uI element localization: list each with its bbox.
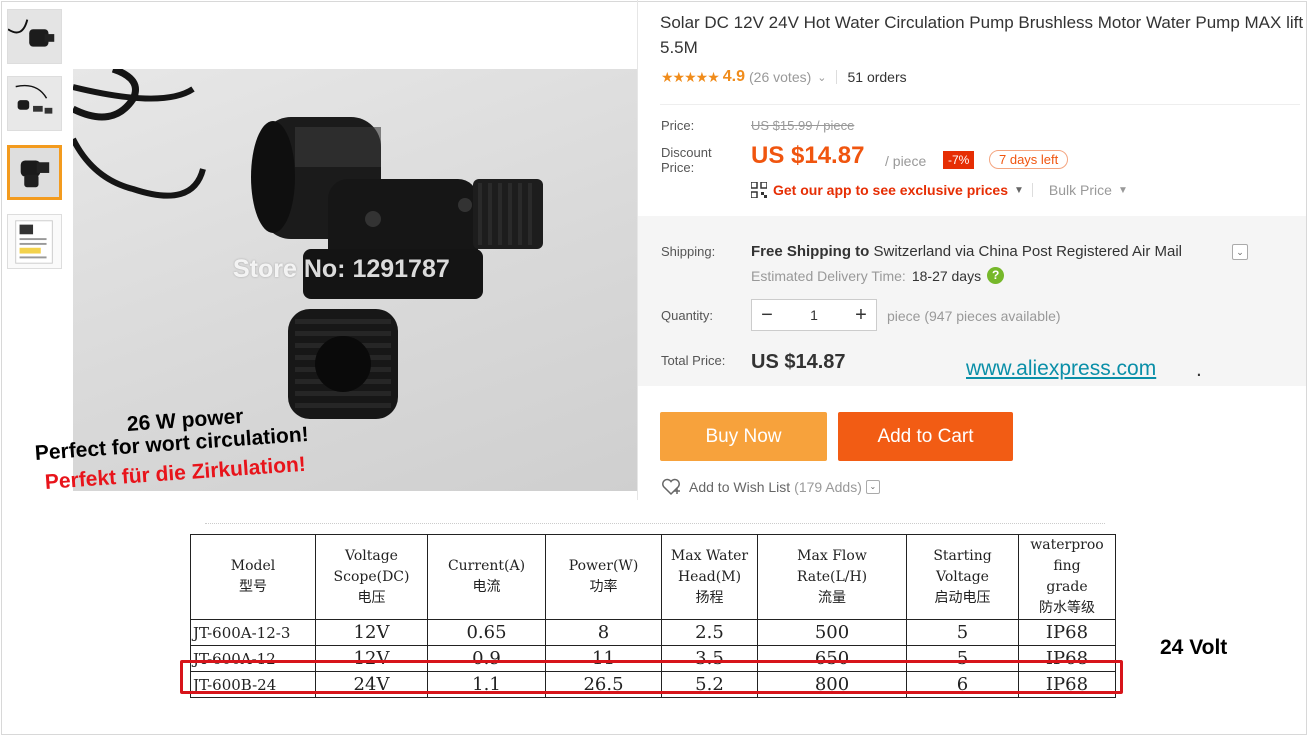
header-model: Model 型号 (190, 534, 316, 620)
shipping-dropdown-icon[interactable]: ⌄ (1232, 244, 1248, 260)
chevron-down-icon[interactable]: ⌄ (865, 480, 880, 494)
quantity-increase-button[interactable]: + (846, 300, 876, 330)
header-voltage: Voltage Scope(DC) 电压 (315, 534, 428, 620)
orders-count: 51 orders (847, 69, 907, 85)
delivery-estimate: Estimated Delivery Time: 18-27 days ? (751, 267, 1005, 284)
votes-link[interactable]: (26 votes) (749, 69, 811, 85)
total-price-label: Total Price: (661, 353, 726, 368)
quantity-stepper: − 1 + (751, 299, 877, 331)
thumbnail-1[interactable] (7, 9, 62, 64)
shipping-label: Shipping: (661, 244, 716, 259)
per-piece-unit: / piece (885, 153, 927, 169)
thumbnail-3-selected[interactable] (7, 145, 62, 200)
quantity-input[interactable]: 1 (782, 307, 846, 323)
header-waterproof-grade: waterproo fing grade 防水等级 (1018, 534, 1116, 620)
help-icon[interactable]: ? (987, 267, 1005, 284)
pump-thumbnail-image (8, 10, 61, 63)
dotted-separator (205, 523, 1105, 525)
buy-now-button[interactable]: Buy Now (660, 412, 827, 461)
table-row: JT-600A-12-3 12V 0.65 8 2.5 500 5 IP68 (190, 619, 1116, 646)
quantity-label: Quantity: (661, 308, 714, 323)
app-promo-link[interactable]: Get our app to see exclusive prices (773, 182, 1008, 198)
discount-price-label: Discount Price: (661, 145, 712, 175)
highlight-box (180, 660, 1123, 694)
header-max-head: Max Water Head(M) 扬程 (661, 534, 758, 620)
divider (660, 104, 1300, 105)
divider (836, 70, 838, 84)
chevron-down-icon[interactable]: ▼ (1118, 185, 1128, 196)
rating-row: ★★★★★ 4.9 (26 votes) ⌄ 51 orders (661, 66, 907, 88)
pump-closeup-thumbnail-image (10, 148, 59, 197)
header-current: Current(A) 电流 (427, 534, 546, 620)
shipping-info: Free Shipping to Switzerland via China P… (751, 243, 1182, 260)
link-suffix: . (1196, 358, 1202, 381)
product-title: Solar DC 12V 24V Hot Water Circulation P… (660, 13, 1304, 57)
thumbnail-2[interactable] (7, 76, 62, 131)
table-cell: 500 (757, 619, 907, 646)
total-price: US $14.87 (751, 351, 846, 373)
app-promo-row: Get our app to see exclusive prices ▼ Bu… (751, 182, 1128, 198)
discount-price: US $14.87 (751, 142, 865, 169)
store-watermark: Store No: 1291787 (233, 255, 450, 283)
table-cell: 2.5 (661, 619, 758, 646)
aliexpress-link[interactable]: www.aliexpress.com (966, 357, 1156, 381)
wishlist-count: (179 Adds) (794, 479, 862, 495)
star-rating-icon: ★★★★★ (661, 68, 720, 85)
kit-thumbnail-image (8, 77, 61, 130)
header-max-flow: Max Flow Rate(L/H) 流量 (757, 534, 907, 620)
quantity-available: piece (947 pieces available) (887, 308, 1061, 324)
divider (1031, 183, 1033, 197)
table-header-row: Model 型号 Voltage Scope(DC) 电压 Current(A)… (190, 534, 1116, 620)
days-left-badge: 7 days left (989, 150, 1069, 169)
discount-badge: -7% (943, 151, 975, 169)
table-cell: JT-600A-12-3 (190, 619, 316, 646)
heart-icon[interactable] (661, 478, 681, 496)
original-price: US $15.99 / piece (751, 118, 855, 133)
table-cell: 0.65 (427, 619, 546, 646)
delivery-label: Estimated Delivery Time: (751, 267, 906, 284)
table-cell: IP68 (1018, 619, 1116, 646)
table-cell: 5 (906, 619, 1019, 646)
quantity-decrease-button[interactable]: − (752, 300, 782, 330)
bulk-price-link[interactable]: Bulk Price (1049, 182, 1112, 198)
header-power: Power(W) 功率 (545, 534, 662, 620)
thumbnail-4[interactable] (7, 214, 62, 269)
spec-sheet-thumbnail-image (8, 215, 61, 268)
chevron-down-icon[interactable]: ▼ (1014, 185, 1024, 196)
header-starting-voltage: Starting Voltage 启动电压 (906, 534, 1019, 620)
qr-code-icon (751, 182, 767, 198)
table-cell: 8 (545, 619, 662, 646)
add-to-cart-button[interactable]: Add to Cart (838, 412, 1013, 461)
caption-24-volt: 24 Volt (1160, 636, 1228, 659)
chevron-down-icon[interactable]: ⌄ (817, 71, 826, 84)
wishlist-row[interactable]: Add to Wish List (179 Adds) ⌄ (661, 478, 880, 496)
delivery-days: 18-27 days (911, 267, 982, 284)
free-shipping-text: Free Shipping to (751, 243, 870, 260)
shipping-destination[interactable]: Switzerland via China Post Registered Ai… (874, 243, 1182, 260)
rating-score: 4.9 (722, 68, 746, 85)
price-label: Price: (661, 118, 695, 133)
table-cell: 12V (315, 619, 428, 646)
add-to-wishlist-link[interactable]: Add to Wish List (689, 479, 790, 495)
